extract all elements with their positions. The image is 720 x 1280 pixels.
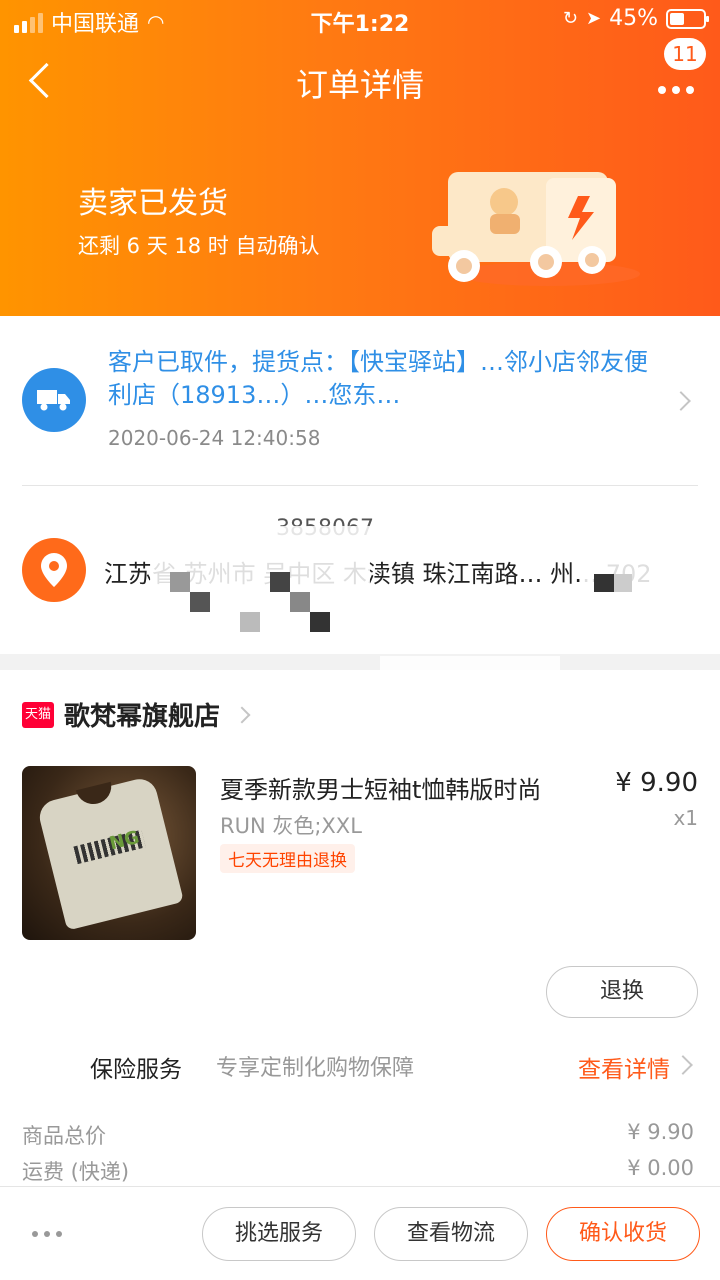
delivery-truck-icon <box>432 172 640 286</box>
redaction-mosaic <box>580 558 660 598</box>
chevron-right-icon <box>233 706 251 723</box>
shipping-fee-value: ¥ 0.00 <box>627 1156 694 1180</box>
tmall-badge: 天猫 <box>22 701 54 728</box>
battery-icon <box>666 8 709 29</box>
nav-bar: 订单详情 11 <box>0 38 720 110</box>
total-price-label: 商品总价 <box>22 1124 106 1148</box>
shop-card: 天猫 歌梵幂旗舰店 NG 夏季新款男士短袖t恤韩版时尚 RUN 灰色;XXL 七… <box>0 670 720 1190</box>
confirm-receipt-button[interactable]: 确认收货 <box>546 1207 700 1261</box>
product-quantity: x1 <box>673 806 698 830</box>
view-logistics-button[interactable]: 查看物流 <box>374 1207 528 1261</box>
product-thumbnail[interactable]: NG <box>22 766 196 940</box>
shop-name: 歌梵幂旗舰店 <box>64 702 221 732</box>
truck-icon <box>22 368 86 432</box>
shop-header[interactable]: 天猫 歌梵幂旗舰店 <box>22 696 251 733</box>
bottom-action-bar: 挑选服务 查看物流 确认收货 <box>0 1186 720 1280</box>
product-title[interactable]: 夏季新款男士短袖t恤韩版时尚 <box>220 770 541 805</box>
shipping-status-title: 卖家已发货 <box>78 186 228 221</box>
location-pin-icon <box>22 538 86 602</box>
select-service-button[interactable]: 挑选服务 <box>202 1207 356 1261</box>
message-badge: 11 <box>664 38 706 70</box>
rotation-lock-icon: ↻ <box>562 8 578 29</box>
auto-confirm-countdown: 还剩 6 天 18 时 自动确认 <box>78 234 320 258</box>
insurance-description: 专享定制化购物保障 <box>216 1056 415 1081</box>
insurance-label: 保险服务 <box>90 1057 182 1083</box>
battery-percent: 45% <box>609 6 658 31</box>
more-icon <box>658 86 694 94</box>
logistics-card[interactable]: 客户已取件，提货点：【快宝驿站】…邻小店邻友便利店（18913…）…您东… 20… <box>0 316 720 746</box>
insurance-details-link[interactable]: 查看详情 <box>578 1050 670 1084</box>
refund-exchange-button[interactable]: 退换 <box>546 966 698 1018</box>
chevron-right-icon <box>673 1055 693 1075</box>
order-header: 中国联通 ◠ 下午1:22 ↻ ➤ 45% 订单详情 11 卖家已发货 还剩 6… <box>0 0 720 316</box>
chevron-right-icon <box>671 391 691 411</box>
return-policy-tag: 七天无理由退换 <box>220 844 355 873</box>
redaction-mosaic <box>150 526 370 636</box>
total-price-value: ¥ 9.90 <box>627 1120 694 1144</box>
location-arrow-icon: ➤ <box>586 8 602 29</box>
product-sku: RUN 灰色;XXL <box>220 814 362 838</box>
product-price: ¥ 9.90 <box>615 768 698 798</box>
status-bar: 中国联通 ◠ 下午1:22 ↻ ➤ 45% <box>0 0 720 40</box>
more-actions-icon[interactable] <box>32 1231 62 1237</box>
logistics-time: 2020-06-24 12:40:58 <box>108 426 321 450</box>
address-card[interactable]: 3858067 江苏省 苏州市 吴中区 木渎镇 珠江南路… 州… 702 <box>0 486 720 654</box>
page-title: 订单详情 <box>295 66 424 104</box>
logistics-latest-status: 客户已取件，提货点：【快宝驿站】…邻小店邻友便利店（18913…）…您东… <box>108 348 648 409</box>
shipping-fee-label: 运费 (快递) <box>22 1160 130 1184</box>
